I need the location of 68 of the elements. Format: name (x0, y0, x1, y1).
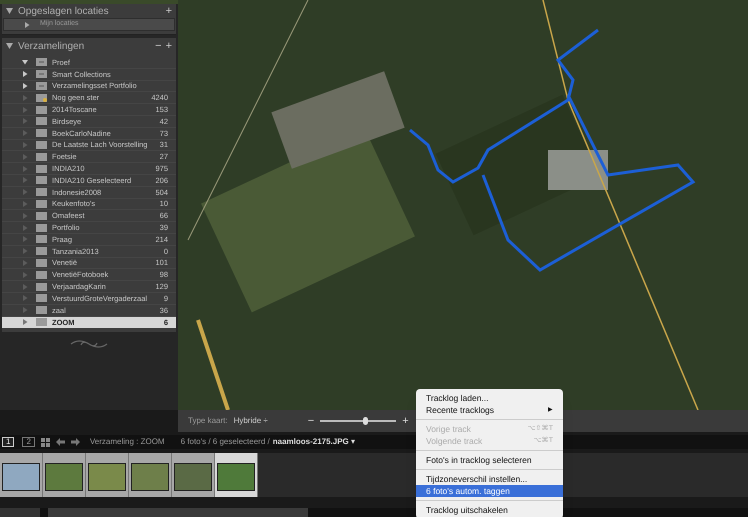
bottom-bar-segment (0, 508, 40, 517)
expand-triangle-icon[interactable] (22, 82, 28, 89)
menu-item[interactable]: Tijdzoneverschil instellen... (416, 473, 563, 485)
map-type-label: Type kaart: (188, 415, 228, 427)
collapse-triangle-icon[interactable] (6, 8, 13, 14)
panel-title: Opgeslagen locaties (18, 4, 110, 18)
grid-icon[interactable] (40, 438, 50, 446)
collection-icon (36, 129, 47, 138)
menu-item[interactable]: Tracklog laden... (416, 392, 563, 404)
collection-icon (36, 200, 47, 208)
collection-icon (36, 318, 47, 326)
expand-triangle-icon[interactable] (22, 59, 28, 66)
photo-placeholder (45, 463, 83, 491)
collection-icon (36, 224, 47, 232)
thumbnail-frame[interactable] (215, 453, 258, 497)
remove-button[interactable]: − (155, 40, 162, 52)
view-button[interactable]: 1 (2, 437, 14, 447)
collection-icon (36, 270, 47, 279)
panel-title: Verzamelingen (18, 40, 86, 54)
photo-placeholder (174, 463, 212, 491)
forward-arrow-icon[interactable] (70, 438, 80, 446)
expand-triangle-icon[interactable] (24, 22, 30, 28)
thumbnail-frame[interactable] (129, 453, 172, 497)
menu-item[interactable]: Foto's in tracklog selecteren (416, 454, 563, 466)
collection-set-icon (36, 70, 47, 78)
expand-triangle-icon[interactable] (22, 71, 28, 78)
collection-set-icon (36, 58, 47, 66)
collection-icon (36, 188, 47, 196)
add-button[interactable]: + (166, 40, 172, 52)
zoom-slider[interactable] (320, 417, 396, 425)
zoom-out-button[interactable]: − (308, 416, 314, 426)
add-button[interactable]: + (166, 6, 172, 16)
collapse-triangle-icon[interactable] (6, 43, 13, 49)
zoom-in-button[interactable]: + (402, 416, 409, 426)
collection-icon (36, 106, 47, 114)
thumbnail-frame[interactable] (43, 453, 86, 497)
collection-icon (36, 294, 47, 302)
menu-item[interactable]: 6 foto's autom. taggen (416, 485, 563, 497)
view-button[interactable]: 2 (22, 437, 35, 447)
collection-icon (36, 258, 47, 267)
collection-set-icon (36, 82, 47, 90)
collection-icon (36, 164, 47, 173)
photo-placeholder (217, 463, 255, 491)
collection-icon (36, 306, 47, 314)
thumbnail-frame[interactable] (0, 453, 43, 497)
filename-dropdown[interactable]: naamloos-2175.JPG ▾ (272, 436, 356, 448)
collection-icon (36, 140, 47, 149)
collection-icon (36, 212, 47, 220)
smart-collection-icon (36, 94, 47, 102)
industrial-area (548, 150, 608, 190)
selection-info: 6 foto's / 6 geselecteerd / (180, 436, 270, 448)
collection-icon (36, 282, 47, 291)
collection-icon (36, 176, 47, 184)
ornament-icon (69, 338, 109, 350)
collection-icon (36, 235, 47, 244)
back-arrow-icon[interactable] (56, 438, 65, 446)
slider-thumb[interactable] (362, 417, 368, 425)
collection-icon (36, 152, 47, 161)
source-label: Verzameling : ZOOM (90, 436, 165, 448)
photo-placeholder (2, 463, 40, 491)
photo-placeholder (88, 463, 126, 491)
menu-item[interactable]: Tracklog uitschakelen (416, 504, 563, 516)
thumbnail-frame[interactable] (86, 453, 129, 497)
collection-icon (36, 247, 47, 256)
map-type-dropdown[interactable]: Hybride ÷ (234, 415, 268, 427)
collection-icon (36, 117, 47, 126)
thumbnail-frame[interactable] (172, 453, 215, 497)
photo-placeholder (131, 463, 169, 491)
